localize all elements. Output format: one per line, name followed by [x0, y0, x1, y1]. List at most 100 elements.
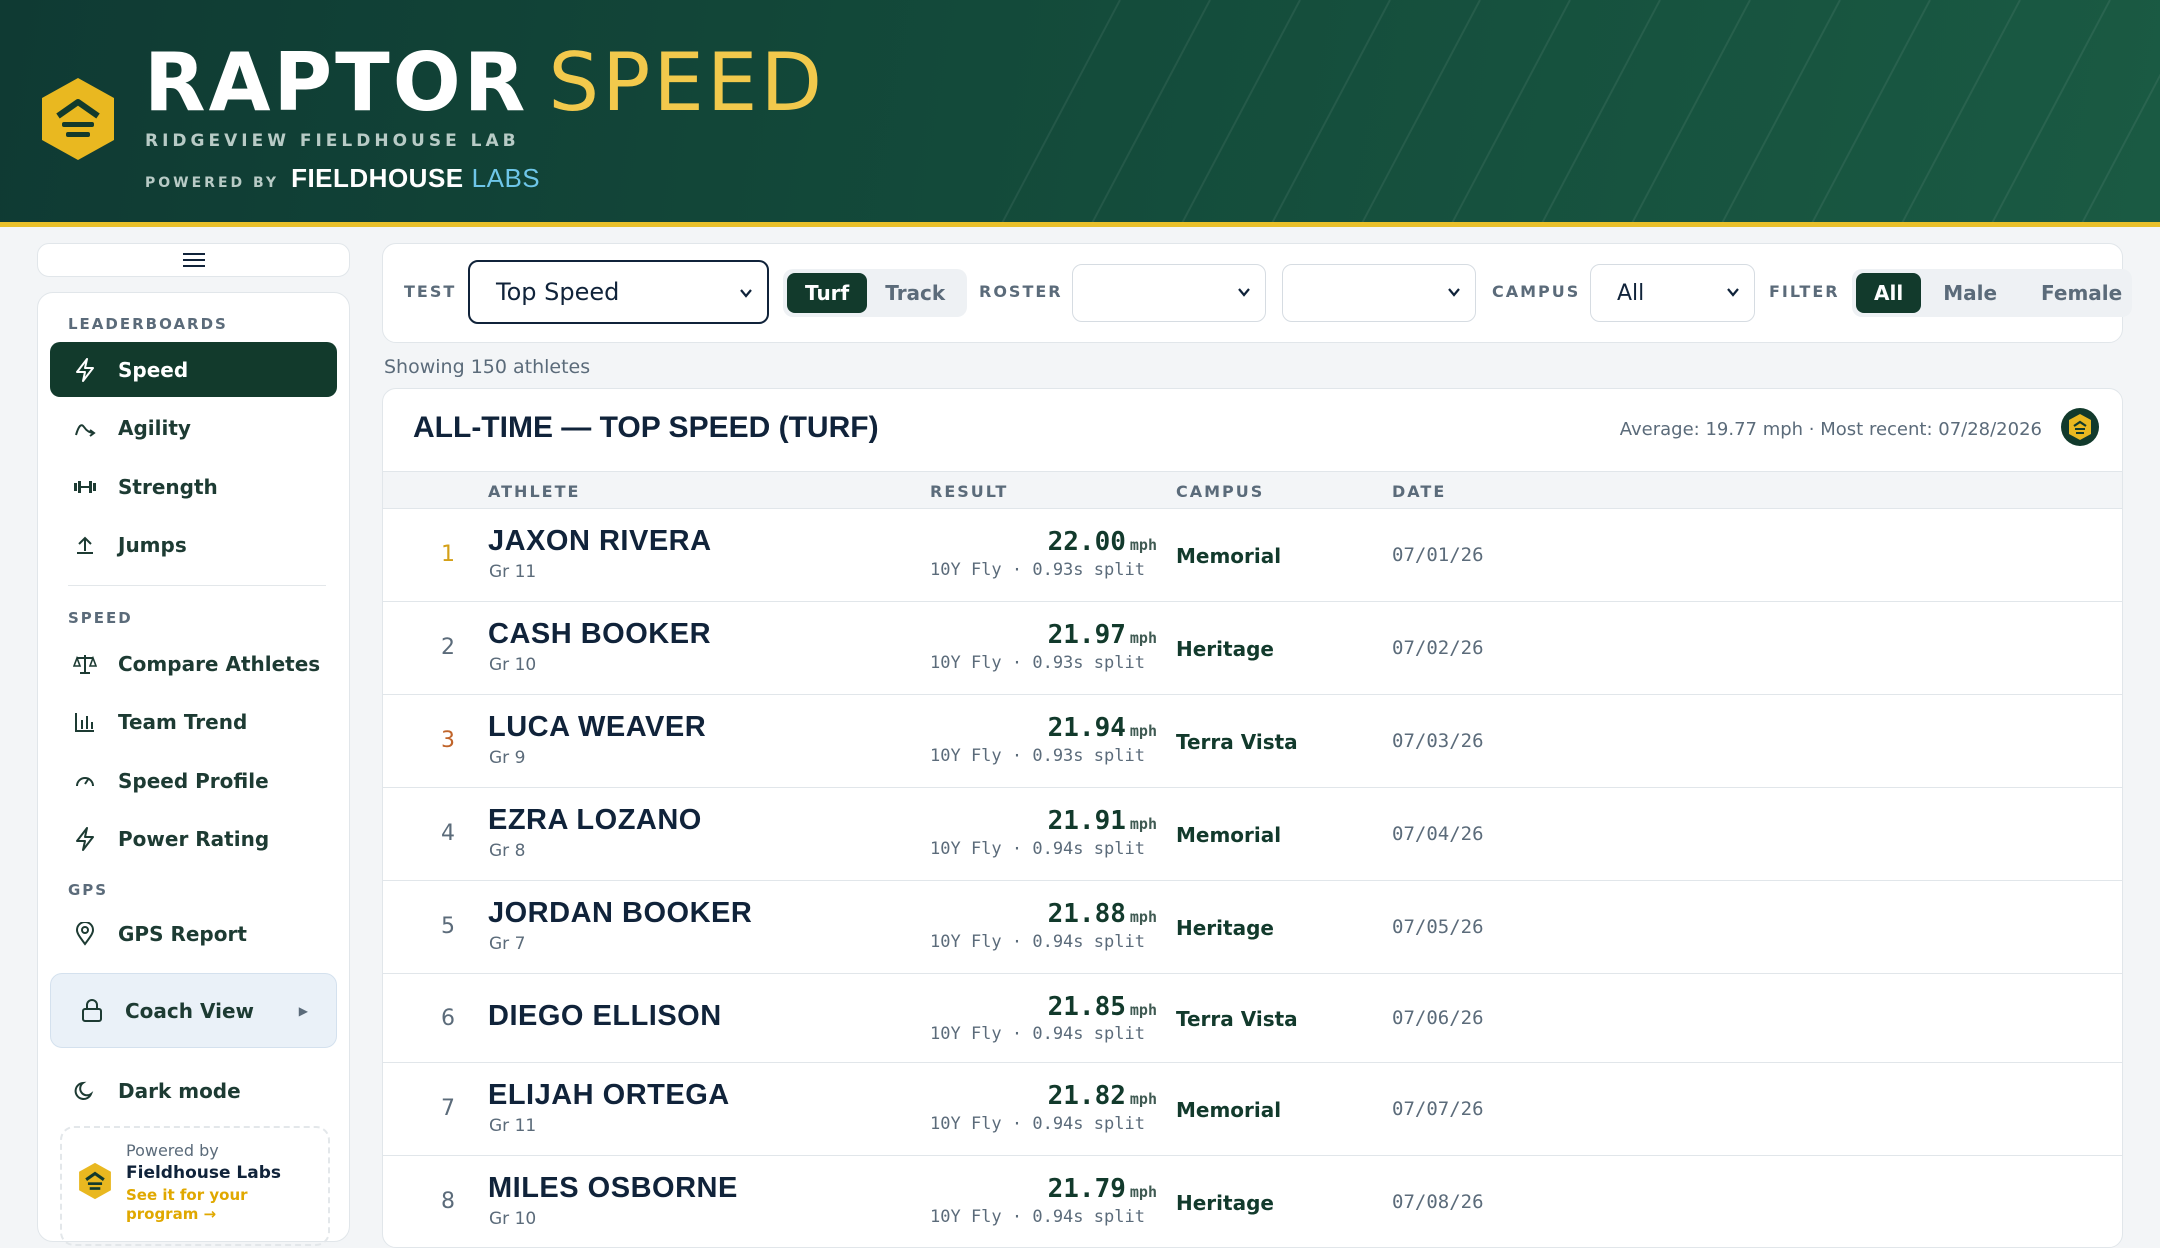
surface-option-turf[interactable]: Turf [787, 273, 868, 313]
rank: 8 [441, 1189, 455, 1214]
athlete-name[interactable]: EZRA LOZANO [488, 804, 702, 837]
lock-icon [81, 998, 107, 1024]
powered-by: POWERED BY FIELDHOUSE LABS [145, 163, 540, 194]
result-value: 22.00 mph [1048, 527, 1157, 557]
sidebar-item-compare-athletes[interactable]: Compare Athletes [50, 636, 337, 691]
sidebar-item-label: Agility [118, 415, 191, 440]
surface-option-track[interactable]: Track [867, 273, 963, 313]
date: 07/01/26 [1392, 544, 1484, 566]
map-pin-icon [72, 921, 98, 947]
result-split: 10Y Fly · 0.94s split [930, 1024, 1145, 1044]
date: 07/07/26 [1392, 1098, 1484, 1120]
athlete-name[interactable]: DIEGO ELLISON [488, 1000, 722, 1033]
gender-toggle: All Male Female [1852, 269, 2133, 317]
table-row[interactable]: 8 MILES OSBORNE Gr 10 21.79 mph 10Y Fly ·… [383, 1156, 2122, 1247]
athlete-name[interactable]: JORDAN BOOKER [488, 897, 752, 930]
sidebar-divider [68, 585, 326, 586]
sidebar-item-label: Strength [118, 474, 218, 499]
table-row[interactable]: 2 CASH BOOKER Gr 10 21.97 mph 10Y Fly · 0… [383, 602, 2122, 695]
campus-label: CAMPUS [1492, 282, 1581, 301]
powered-by-name: FIELDHOUSE [291, 163, 464, 193]
sidebar-item-agility[interactable]: Agility [50, 400, 337, 455]
athlete-grade: Gr 8 [489, 841, 526, 861]
gender-option-female[interactable]: Female [2019, 273, 2128, 313]
result-number: 21.94 [1047, 713, 1126, 743]
table-header: ATHLETE RESULT CAMPUS DATE [383, 471, 2122, 509]
result-number: 21.88 [1047, 899, 1126, 929]
brand-subtitle: RIDGEVIEW FIELDHOUSE LAB [145, 131, 520, 151]
column-header-campus[interactable]: CAMPUS [1176, 482, 1264, 501]
table-row[interactable]: 1 JAXON RIVERA Gr 11 22.00 mph 10Y Fly · … [383, 509, 2122, 602]
column-header-athlete[interactable]: ATHLETE [488, 482, 580, 501]
result-value: 21.91 mph [1048, 806, 1157, 836]
athlete-name[interactable]: JAXON RIVERA [488, 525, 712, 558]
sidebar-item-speed-profile[interactable]: Speed Profile [50, 753, 337, 808]
jump-icon [72, 532, 98, 558]
table-row[interactable]: 3 LUCA WEAVER Gr 9 21.94 mph 10Y Fly · 0.… [383, 695, 2122, 788]
dark-mode-label: Dark mode [118, 1078, 241, 1103]
table-row[interactable]: 6 DIEGO ELLISON 21.85 mph 10Y Fly · 0.94s… [383, 974, 2122, 1063]
promo-name: Fieldhouse Labs [126, 1163, 282, 1183]
result-unit: mph [1129, 1001, 1157, 1019]
hamburger-icon [182, 253, 205, 267]
sidebar-item-label: GPS Report [118, 921, 247, 946]
sidebar-item-speed[interactable]: Speed [50, 342, 337, 397]
sidebar-item-label: Team Trend [118, 709, 248, 734]
campus-select[interactable]: All [1590, 264, 1755, 322]
caret-right-icon: ▶ [298, 1003, 308, 1018]
roster-select-secondary[interactable] [1282, 264, 1476, 322]
promo-cta-link[interactable]: See it for your program → [126, 1186, 316, 1224]
table-row[interactable]: 4 EZRA LOZANO Gr 8 21.91 mph 10Y Fly · 0.… [383, 788, 2122, 881]
result-split: 10Y Fly · 0.93s split [930, 560, 1145, 580]
brand-word-raptor: RAPTOR [144, 36, 529, 129]
result-value: 21.97 mph [1048, 620, 1157, 650]
result-unit: mph [1129, 536, 1157, 554]
menu-toggle-button[interactable] [37, 243, 350, 277]
sidebar-item-team-trend[interactable]: Team Trend [50, 694, 337, 749]
sidebar-item-power-rating[interactable]: Power Rating [50, 811, 337, 866]
rank: 2 [441, 635, 455, 660]
column-header-date[interactable]: DATE [1392, 482, 1446, 501]
athlete-name[interactable]: ELIJAH ORTEGA [488, 1079, 730, 1112]
chevron-down-icon [740, 289, 752, 298]
sidebar-item-label: Power Rating [118, 826, 270, 851]
athlete-name[interactable]: MILES OSBORNE [488, 1172, 738, 1205]
sidebar-item-gps-report[interactable]: GPS Report [50, 906, 337, 961]
result-number: 21.82 [1047, 1081, 1126, 1111]
moon-icon [72, 1078, 98, 1104]
result-number: 21.79 [1047, 1174, 1126, 1204]
leaderboard-meta: Average: 19.77 mph · Most recent: 07/28/… [1619, 419, 2042, 440]
coach-view-label: Coach View [125, 998, 254, 1023]
test-select[interactable]: Top Speed [468, 260, 769, 324]
brand-word-speed: SPEED [548, 36, 826, 129]
campus: Heritage [1176, 916, 1274, 940]
roster-select-primary[interactable] [1072, 264, 1266, 322]
surface-toggle: Turf Track [783, 269, 968, 317]
gender-option-male[interactable]: Male [1921, 273, 2019, 313]
filter-label: FILTER [1769, 282, 1840, 301]
result-unit: mph [1129, 1090, 1157, 1108]
result-split: 10Y Fly · 0.94s split [930, 839, 1145, 859]
sidebar-item-jumps[interactable]: Jumps [50, 517, 337, 572]
gender-option-all[interactable]: All [1856, 273, 1922, 313]
section-label-speed: SPEED [68, 609, 133, 627]
campus: Terra Vista [1176, 730, 1298, 754]
date: 07/06/26 [1392, 1007, 1484, 1029]
promo-card[interactable]: Powered by Fieldhouse Labs See it for yo… [60, 1126, 330, 1246]
dark-mode-toggle[interactable]: Dark mode [50, 1063, 337, 1118]
sidebar: LEADERBOARDS Speed Agility Strength Jump… [37, 292, 350, 1246]
column-header-result[interactable]: RESULT [930, 482, 1008, 501]
table-row[interactable]: 5 JORDAN BOOKER Gr 7 21.88 mph 10Y Fly · … [383, 881, 2122, 974]
athlete-name[interactable]: LUCA WEAVER [488, 711, 706, 744]
chevron-down-icon [1448, 288, 1460, 297]
coach-view-button[interactable]: Coach View ▶ [50, 973, 337, 1048]
leaderboard-card: ALL-TIME — TOP SPEED (TURF) Average: 19.… [382, 388, 2123, 1248]
test-select-value: Top Speed [496, 278, 620, 306]
athlete-name[interactable]: CASH BOOKER [488, 618, 711, 651]
filter-bar: TEST Top Speed Turf Track ROSTER CAMPUS … [382, 243, 2133, 343]
table-row[interactable]: 7 ELIJAH ORTEGA Gr 11 21.82 mph 10Y Fly ·… [383, 1063, 2122, 1156]
result-split: 10Y Fly · 0.93s split [930, 746, 1145, 766]
sidebar-item-strength[interactable]: Strength [50, 459, 337, 514]
result-number: 21.97 [1047, 620, 1126, 650]
result-value: 21.85 mph [1048, 992, 1157, 1022]
